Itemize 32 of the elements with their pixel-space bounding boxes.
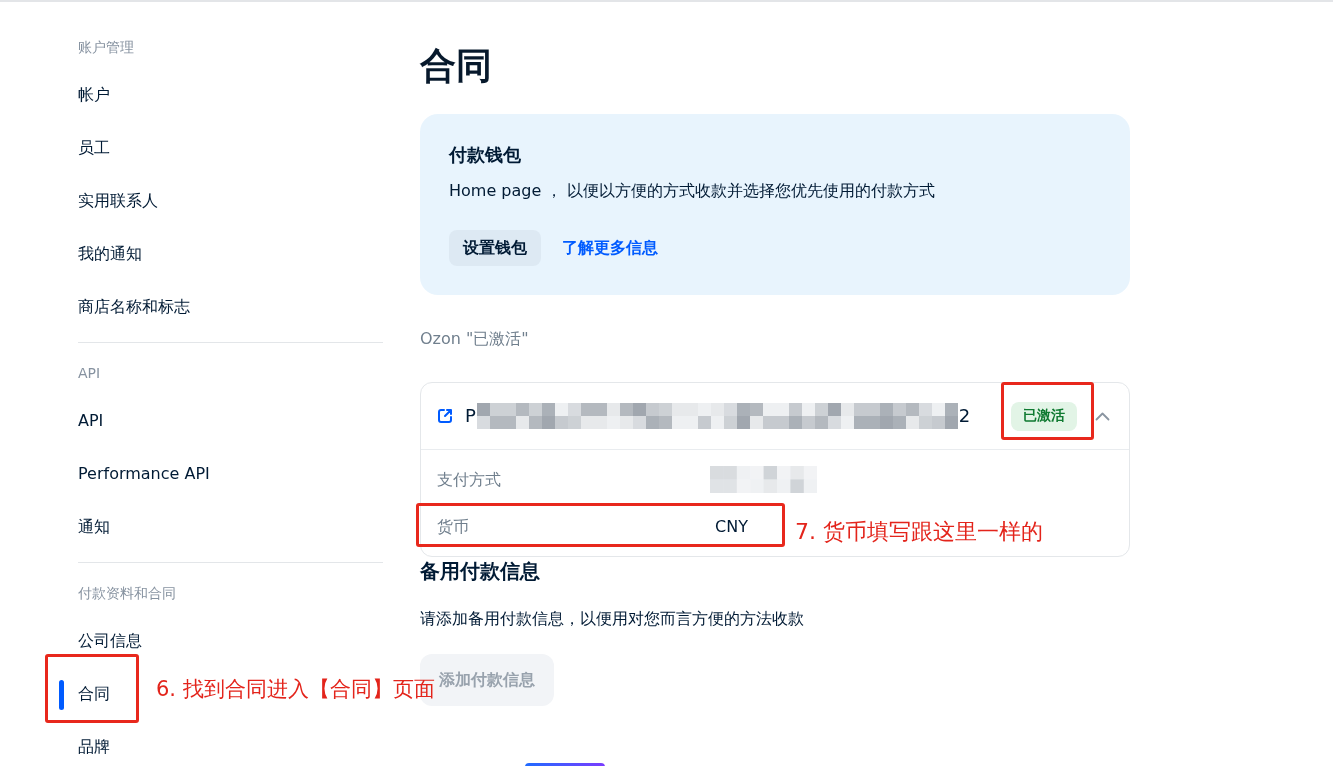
sidebar-item[interactable]: 商店名称和标志 <box>78 297 190 317</box>
field-label: 支付方式 <box>437 468 502 491</box>
external-link-icon[interactable] <box>437 408 453 424</box>
section-description: 请添加备用付款信息，以便用对您而言方便的方法收款 <box>420 608 805 630</box>
card-description: Home page ， 以便以方便的方式收款并选择您优先使用的付款方式 <box>449 180 937 202</box>
sidebar-item[interactable]: 公司信息 <box>78 631 142 651</box>
sidebar-item[interactable]: 通知 <box>78 517 110 537</box>
section-title: 备用付款信息 <box>420 558 541 584</box>
sidebar-item[interactable]: 品牌 <box>78 737 110 757</box>
sidebar-item[interactable]: 合同 <box>78 684 110 704</box>
gradient-button[interactable] <box>525 763 605 766</box>
sidebar-item[interactable]: 我的通知 <box>78 244 142 264</box>
annotation-note: 7. 货币填写跟这里一样的 <box>795 518 1043 546</box>
field-value: CNY <box>714 515 748 538</box>
setup-wallet-button[interactable]: 设置钱包 <box>449 230 541 266</box>
sidebar-item[interactable]: 实用联系人 <box>78 191 158 211</box>
contract-title: P <box>465 404 476 428</box>
sidebar-item[interactable]: 帐户 <box>78 85 110 105</box>
chevron-icon[interactable] <box>1095 411 1110 421</box>
card-title: 付款钱包 <box>449 143 522 167</box>
sidebar-item[interactable]: 员工 <box>78 138 110 158</box>
section-heading: 付款资料和合同 <box>78 584 177 603</box>
section-heading: Ozon "已激活" <box>420 328 530 350</box>
section-heading: API <box>78 364 102 383</box>
status-badge: 已激活 <box>1011 401 1077 431</box>
page-title: 合同 <box>420 44 493 88</box>
learn-more-link[interactable]: 了解更多信息 <box>562 237 658 259</box>
contract-title: 2 <box>958 404 971 428</box>
sidebar-item[interactable]: API <box>78 411 104 431</box>
sidebar-item[interactable]: Performance API <box>78 464 210 484</box>
field-label: 货币 <box>437 515 470 538</box>
section-heading: 账户管理 <box>78 38 135 57</box>
